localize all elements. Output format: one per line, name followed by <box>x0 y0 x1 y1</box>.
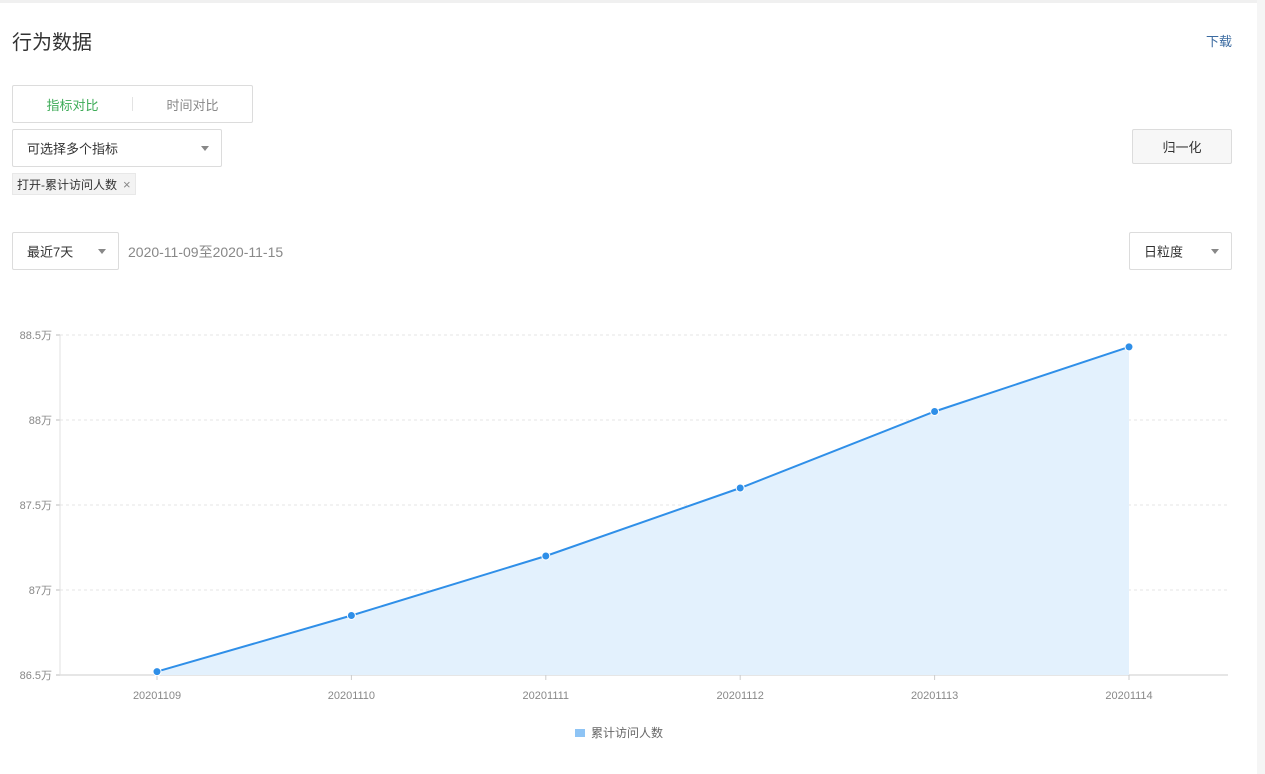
y-tick-label: 86.5万 <box>20 670 52 682</box>
date-range-select-value: 最近7天 <box>27 244 74 260</box>
y-tick-label: 87万 <box>29 585 52 597</box>
data-point <box>1124 342 1134 352</box>
data-point <box>541 551 551 561</box>
legend-label: 累计访问人数 <box>591 726 664 740</box>
scrollbar-track[interactable] <box>1257 0 1265 774</box>
close-icon[interactable]: × <box>123 178 131 191</box>
x-tick-label: 20201112 <box>717 690 764 702</box>
x-tick-label: 20201110 <box>328 690 375 702</box>
granularity-select[interactable]: 日粒度 <box>1129 232 1232 270</box>
data-point <box>152 667 162 677</box>
legend-swatch <box>575 728 585 737</box>
metric-tag: 打开-累计访问人数 × <box>12 173 136 195</box>
chevron-down-icon <box>98 249 106 254</box>
y-tick-label: 88万 <box>29 415 52 427</box>
download-link[interactable]: 下载 <box>1206 31 1232 50</box>
x-tick-label: 20201114 <box>1105 690 1152 702</box>
data-point <box>735 483 745 493</box>
page-title: 行为数据 <box>12 32 92 54</box>
tab-time-compare[interactable]: 时间对比 <box>133 95 252 114</box>
metric-select-placeholder: 可选择多个指标 <box>27 141 119 157</box>
x-tick-label: 20201113 <box>911 690 958 702</box>
chevron-down-icon <box>201 146 209 151</box>
compare-tabs: 指标对比 时间对比 <box>12 85 253 123</box>
date-range-text: 2020-11-09至2020-11-15 <box>128 244 284 260</box>
chevron-down-icon <box>1211 249 1219 254</box>
tab-metric-compare[interactable]: 指标对比 <box>13 95 132 114</box>
metric-tag-label: 打开-累计访问人数 <box>17 177 117 192</box>
trend-chart: 86.5万 87万 87.5万 88万 88.5万 20201109 20201110 202… <box>20 330 1228 702</box>
data-point <box>930 407 940 416</box>
metric-select[interactable]: 可选择多个指标 <box>12 129 222 167</box>
date-range-select[interactable]: 最近7天 <box>12 232 119 270</box>
x-tick-label: 20201109 <box>133 690 181 702</box>
chart-legend[interactable]: 累计访问人数 <box>575 724 663 741</box>
y-tick-label: 88.5万 <box>20 330 52 342</box>
granularity-select-value: 日粒度 <box>1144 244 1184 260</box>
x-tick-label: 20201111 <box>523 690 570 702</box>
top-edge <box>0 0 1265 3</box>
data-point <box>346 611 356 620</box>
normalize-button[interactable]: 归一化 <box>1132 129 1232 164</box>
y-tick-label: 87.5万 <box>20 500 52 512</box>
